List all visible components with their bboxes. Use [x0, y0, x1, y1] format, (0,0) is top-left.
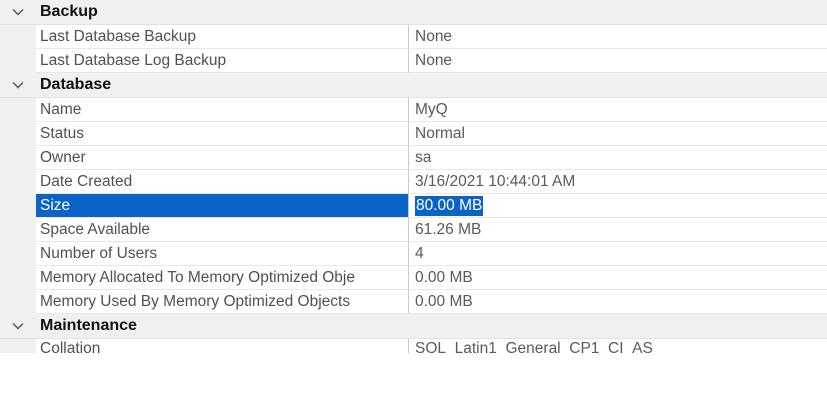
row-margin: [0, 170, 36, 194]
category-database: Database: [0, 73, 827, 98]
property-row-collation[interactable]: Collation SQL_Latin1_General_CP1_CI_AS: [0, 339, 827, 353]
property-value[interactable]: SQL_Latin1_General_CP1_CI_AS: [409, 339, 827, 353]
property-row-size[interactable]: Size 80.00 MB: [0, 194, 827, 218]
property-grid: Backup Last Database Backup None Last Da…: [0, 0, 827, 406]
row-margin: [0, 242, 36, 266]
property-value[interactable]: MyQ: [409, 98, 827, 122]
row-margin: [0, 194, 36, 218]
category-backup: Backup: [0, 0, 827, 25]
row-margin: [0, 25, 36, 49]
property-value[interactable]: None: [409, 25, 827, 49]
property-name[interactable]: Collation: [36, 339, 409, 353]
property-value[interactable]: 61.26 MB: [409, 218, 827, 242]
chevron-down-icon[interactable]: [0, 0, 36, 24]
property-row-memory-used[interactable]: Memory Used By Memory Optimized Objects …: [0, 290, 827, 314]
property-row-memory-allocated[interactable]: Memory Allocated To Memory Optimized Obj…: [0, 266, 827, 290]
row-margin: [0, 146, 36, 170]
property-row-name[interactable]: Name MyQ: [0, 98, 827, 122]
selected-value-text[interactable]: 80.00 MB: [415, 195, 484, 216]
property-name[interactable]: Last Database Log Backup: [36, 49, 409, 73]
category-title: Maintenance: [40, 317, 137, 334]
property-name[interactable]: Number of Users: [36, 242, 409, 266]
property-value-text: SQL_Latin1_General_CP1_CI_AS: [415, 340, 653, 353]
row-margin: [0, 98, 36, 122]
property-value[interactable]: 0.00 MB: [409, 266, 827, 290]
row-margin: [0, 218, 36, 242]
row-margin: [0, 290, 36, 314]
chevron-down-icon[interactable]: [0, 73, 36, 97]
category-maintenance: Maintenance: [0, 314, 827, 339]
property-row-owner[interactable]: Owner sa: [0, 146, 827, 170]
property-row-number-of-users[interactable]: Number of Users 4: [0, 242, 827, 266]
chevron-down-icon[interactable]: [0, 314, 36, 338]
property-name[interactable]: Name: [36, 98, 409, 122]
property-value[interactable]: 80.00 MB: [409, 194, 827, 218]
property-value[interactable]: None: [409, 49, 827, 73]
property-value[interactable]: 0.00 MB: [409, 290, 827, 314]
property-name[interactable]: Space Available: [36, 218, 409, 242]
property-name[interactable]: Date Created: [36, 170, 409, 194]
property-name[interactable]: Last Database Backup: [36, 25, 409, 49]
property-name[interactable]: Memory Used By Memory Optimized Objects: [36, 290, 409, 314]
row-margin: [0, 49, 36, 73]
property-row-space-available[interactable]: Space Available 61.26 MB: [0, 218, 827, 242]
property-name[interactable]: Memory Allocated To Memory Optimized Obj…: [36, 266, 409, 290]
property-value[interactable]: Normal: [409, 122, 827, 146]
row-margin: [0, 122, 36, 146]
property-value[interactable]: 3/16/2021 10:44:01 AM: [409, 170, 827, 194]
row-margin: [0, 266, 36, 290]
property-value[interactable]: sa: [409, 146, 827, 170]
property-name-text: Collation: [40, 340, 101, 353]
category-title: Backup: [40, 3, 98, 20]
property-row-date-created[interactable]: Date Created 3/16/2021 10:44:01 AM: [0, 170, 827, 194]
property-row-last-database-log-backup[interactable]: Last Database Log Backup None: [0, 49, 827, 73]
property-row-last-database-backup[interactable]: Last Database Backup None: [0, 25, 827, 49]
property-name[interactable]: Status: [36, 122, 409, 146]
row-margin: [0, 339, 36, 353]
property-name[interactable]: Owner: [36, 146, 409, 170]
property-row-status[interactable]: Status Normal: [0, 122, 827, 146]
property-value[interactable]: 4: [409, 242, 827, 266]
category-title: Database: [40, 76, 112, 93]
property-name[interactable]: Size: [36, 194, 409, 218]
